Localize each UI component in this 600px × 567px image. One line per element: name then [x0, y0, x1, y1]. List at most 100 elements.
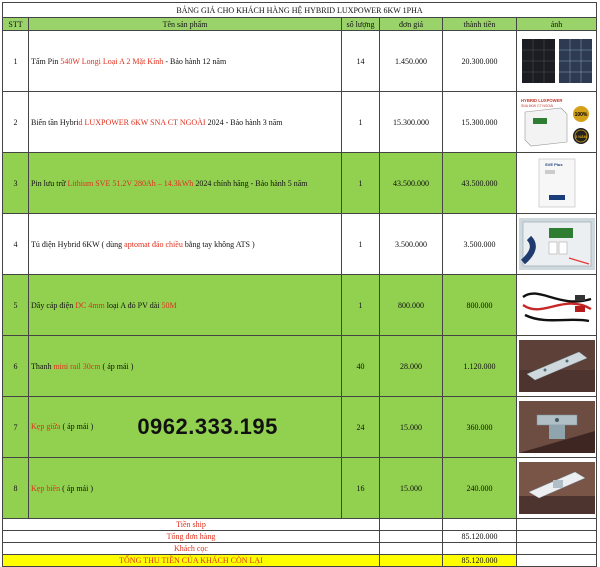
row-unit-price: 3.500.000 [379, 213, 443, 275]
name-text: 2024 chính hãng - Bảo hành 5 năm [193, 178, 308, 188]
row-stt: 7 [2, 396, 29, 458]
name-text: - Bảo hành 12 năm [163, 56, 227, 66]
header-unit-price: đơn giá [379, 17, 443, 31]
row-unit-price: 15.000 [379, 396, 443, 458]
phone-number: 0962.333.195 [137, 414, 278, 439]
row-product-name: Pin lưu trữ Lithium SVE 51.2V 280Ah – 14… [28, 152, 342, 214]
name-highlight: d LUXPOWER 6KW SNA CT NGOÀI [78, 117, 206, 127]
name-text: Tủ điện Hybrid 6KW ( dùng [31, 239, 125, 249]
row-stt: 3 [2, 152, 29, 214]
name-text: bằng tay không ATS ) [182, 239, 255, 249]
name-highlight: mini rail 30cm [53, 361, 101, 371]
row-unit-price: 28.000 [379, 335, 443, 397]
name-highlight: Kẹp biên [31, 483, 61, 493]
name-text: 2024 - Bảo hành 3 năm [205, 117, 283, 127]
name-text: Thanh [31, 361, 54, 371]
name-text: loại A đỏ PV dài [104, 300, 162, 310]
table-row: 8 Kẹp biên ( áp mái ) 16 15.000 240.000 [2, 457, 598, 519]
row-qty: 1 [341, 213, 380, 275]
row-total: 20.300.000 [442, 30, 517, 92]
row-unit-price: 43.500.000 [379, 152, 443, 214]
name-highlight: 540W Longi Loại A 2 Mặt Kính [60, 56, 164, 66]
mini-rail-photo [515, 335, 598, 397]
remaining-label: TỔNG THU TIỀN CỦA KHÁCH CÒN LẠI [2, 554, 380, 567]
electrical-cabinet-photo [515, 213, 598, 275]
deposit-value [442, 542, 517, 555]
cable-photo [515, 274, 598, 336]
badge-3-years: 3 NĂM [575, 134, 586, 139]
table-row: 2 Biến tần Hybrid LUXPOWER 6KW SNA CT NG… [2, 91, 598, 153]
table-row: 7 Kẹp giữa ( áp mái ) 0962.333.195 24 15.… [2, 396, 598, 458]
inverter-label-2: SNA 6KW CT NGOÀI [521, 104, 553, 108]
price-table: BẢNG GIÁ CHO KHÁCH HÀNG HỆ HYBRID LUXPOW… [1, 2, 598, 567]
header-product: Tên sản phẩm [28, 17, 342, 31]
row-total: 240.000 [442, 457, 517, 519]
order-total-label: Tổng đơn hàng [2, 530, 380, 543]
header-qty: số lượng [341, 17, 380, 31]
order-total-value: 85.120.000 [442, 530, 517, 543]
row-stt: 2 [2, 91, 29, 153]
battery-brand: SVE Plus [545, 162, 563, 167]
row-total: 3.500.000 [442, 213, 517, 275]
row-product-name: Tấm Pin 540W Longi Loại A 2 Mặt Kính - B… [28, 30, 342, 92]
name-text: Tấm Pin [31, 56, 61, 66]
name-text: Pin lưu trữ [31, 178, 68, 188]
row-total: 15.300.000 [442, 91, 517, 153]
row-qty: 1 [341, 152, 380, 214]
remaining-row: TỔNG THU TIỀN CỦA KHÁCH CÒN LẠI 85.120.0… [2, 554, 598, 567]
header-stt: STT [2, 17, 29, 31]
badge-100: 100% [575, 112, 588, 118]
table-row: 3 Pin lưu trữ Lithium SVE 51.2V 280Ah – … [2, 152, 598, 214]
name-highlight: Kẹp giữa [31, 421, 61, 431]
shipping-row: Tiền ship [2, 518, 598, 531]
header-image: ảnh [515, 17, 598, 31]
deposit-label: Khách cọc [2, 542, 380, 555]
deposit-row: Khách cọc [2, 542, 598, 555]
solar-panel-photo [515, 30, 598, 92]
row-qty: 1 [341, 91, 380, 153]
row-stt: 5 [2, 274, 29, 336]
name-text: Biến tần Hybri [31, 117, 79, 127]
row-stt: 8 [2, 457, 29, 519]
row-unit-price: 800.000 [379, 274, 443, 336]
name-text: ( áp mái ) [60, 483, 93, 493]
name-text: Dây cáp điện [31, 300, 76, 310]
mid-clamp-photo [515, 396, 598, 458]
name-highlight: 50M [161, 300, 177, 310]
row-unit-price: 15.000 [379, 457, 443, 519]
row-stt: 4 [2, 213, 29, 275]
row-qty: 14 [341, 30, 380, 92]
row-unit-price: 1.450.000 [379, 30, 443, 92]
order-total-row: Tổng đơn hàng 85.120.000 [2, 530, 598, 543]
row-total: 1.120.000 [442, 335, 517, 397]
inverter-photo: HYBRID LUXPOWER SNA 6KW CT NGOÀI 100% 3 … [515, 91, 598, 153]
shipping-value [442, 518, 517, 531]
row-product-name: Biến tần Hybrid LUXPOWER 6KW SNA CT NGOÀ… [28, 91, 342, 153]
remaining-value: 85.120.000 [442, 554, 517, 567]
row-total: 800.000 [442, 274, 517, 336]
row-product-name: Dây cáp điện DC 4mm loại A đỏ PV dài 50M [28, 274, 342, 336]
row-qty: 16 [341, 457, 380, 519]
inverter-label-1: HYBRID LUXPOWER [521, 98, 562, 103]
table-row: 6 Thanh mini rail 30cm ( áp mái ) 40 28.… [2, 335, 598, 397]
row-product-name: Tủ điện Hybrid 6KW ( dùng aptomat đảo ch… [28, 213, 342, 275]
table-row: 4 Tủ điện Hybrid 6KW ( dùng aptomat đảo … [2, 213, 598, 275]
row-total: 43.500.000 [442, 152, 517, 214]
shipping-label: Tiền ship [2, 518, 380, 531]
table-row: 5 Dây cáp điện DC 4mm loại A đỏ PV dài 5… [2, 274, 598, 336]
header-total: thành tiền [442, 17, 517, 31]
name-highlight: Lithium SVE 51.2V 280Ah – 14.3kWh [67, 178, 194, 188]
row-total: 360.000 [442, 396, 517, 458]
sheet-title: BẢNG GIÁ CHO KHÁCH HÀNG HỆ HYBRID LUXPOW… [1, 2, 598, 18]
row-qty: 1 [341, 274, 380, 336]
row-product-name: Kẹp biên ( áp mái ) [28, 457, 342, 519]
name-highlight: aptomat đảo chiều [124, 239, 183, 249]
row-stt: 6 [2, 335, 29, 397]
name-text: ( áp mái ) [100, 361, 134, 371]
row-product-name: Kẹp giữa ( áp mái ) 0962.333.195 [28, 396, 342, 458]
row-stt: 1 [2, 30, 29, 92]
name-highlight: DC 4mm [75, 300, 105, 310]
name-text: ( áp mái ) [60, 421, 94, 431]
row-qty: 24 [341, 396, 380, 458]
row-qty: 40 [341, 335, 380, 397]
